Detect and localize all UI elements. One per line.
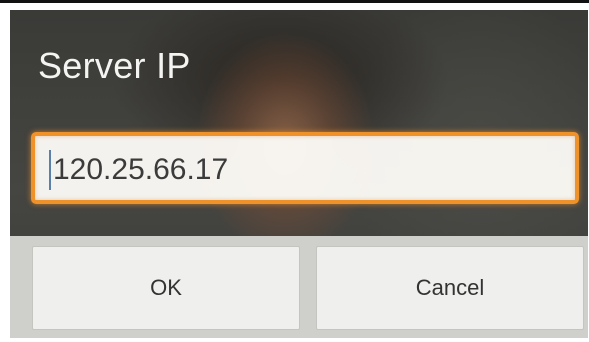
server-ip-dialog: Server IP 120.25.66.17 OK Cancel	[10, 10, 588, 338]
top-divider	[0, 0, 589, 3]
dialog-button-bar: OK Cancel	[10, 236, 588, 338]
ok-button[interactable]: OK	[32, 246, 300, 330]
server-ip-input[interactable]: 120.25.66.17	[31, 132, 579, 204]
dialog-title: Server IP	[38, 45, 191, 86]
screen-frame: Server IP 120.25.66.17 OK Cancel	[0, 0, 589, 342]
cancel-button[interactable]: Cancel	[316, 246, 584, 330]
text-cursor	[49, 150, 51, 190]
server-ip-value: 120.25.66.17	[53, 153, 229, 186]
